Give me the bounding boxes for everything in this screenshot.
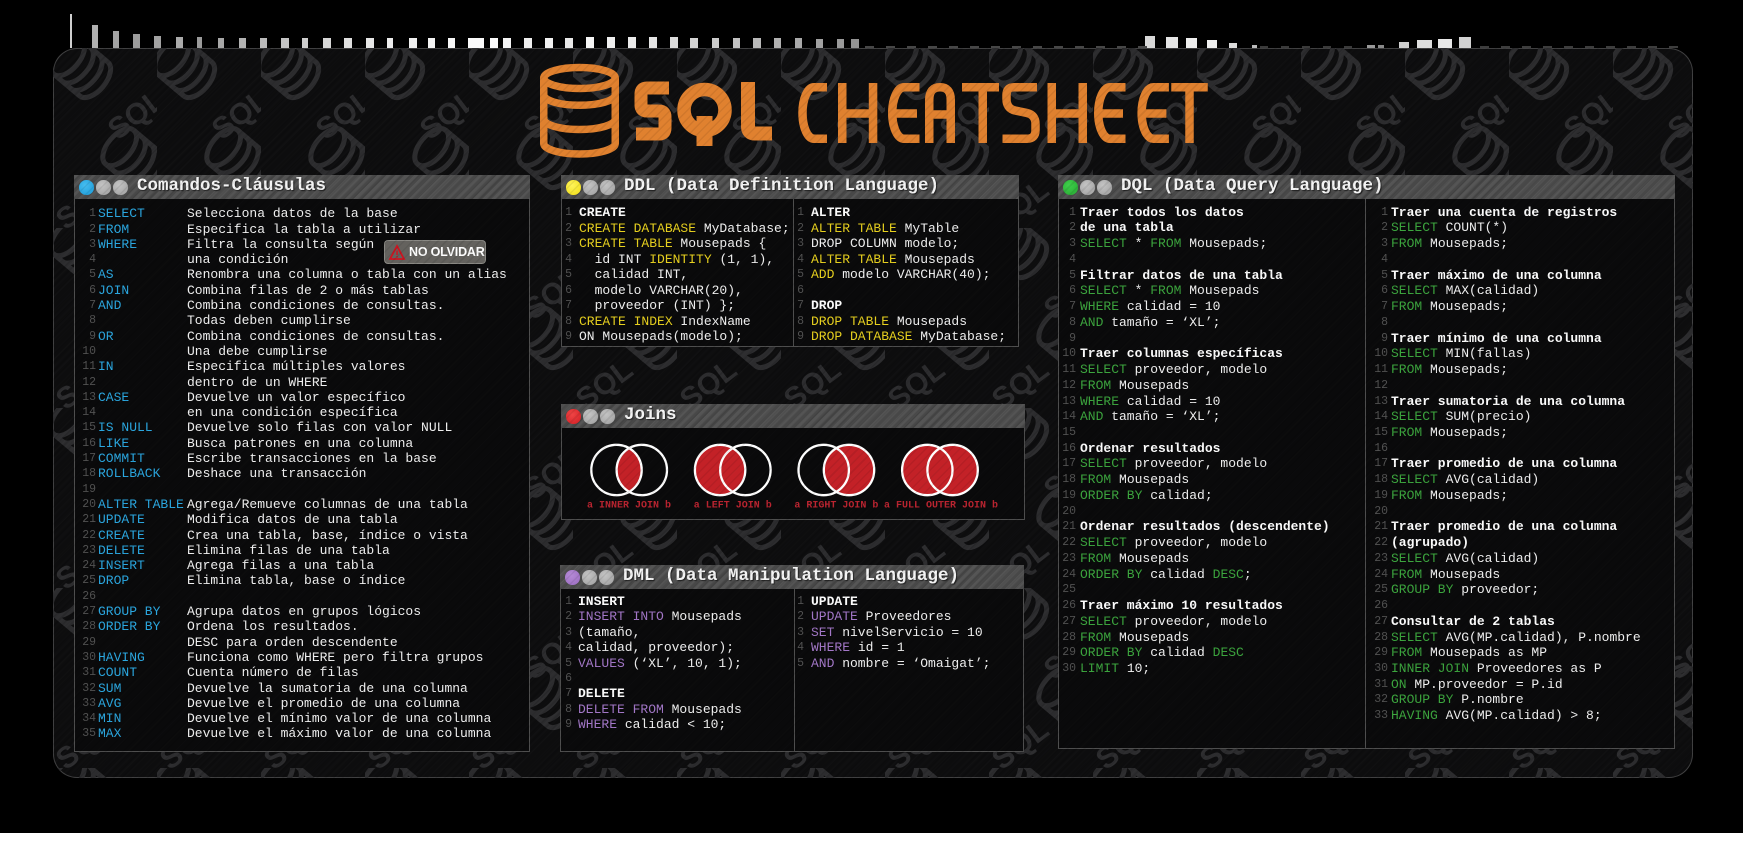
svg-text:a INNER JOIN b: a INNER JOIN b <box>587 500 671 512</box>
svg-text:a FULL OUTER JOIN b: a FULL OUTER JOIN b <box>884 500 998 512</box>
svg-text:a RIGHT JOIN b: a RIGHT JOIN b <box>794 500 878 512</box>
svg-text:a LEFT JOIN b: a LEFT JOIN b <box>694 500 772 512</box>
